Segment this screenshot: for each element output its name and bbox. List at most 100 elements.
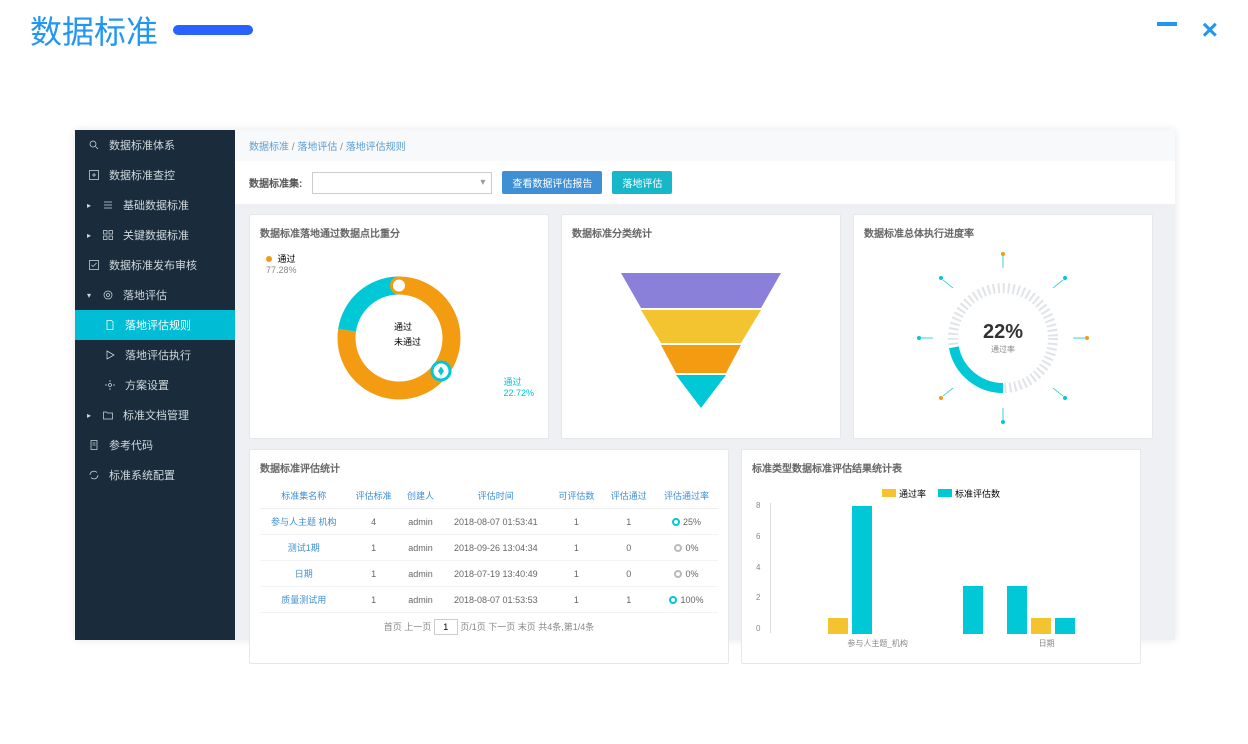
legend-label: 通过率 [899,489,926,499]
cell: 1 [550,535,602,561]
sidebar-item-3[interactable]: ▸关键数据标准 [75,220,235,250]
col-header[interactable]: 标准集名称 [260,483,347,509]
col-header[interactable]: 评估通过率 [655,483,718,509]
legend-swatch-icon [882,489,896,497]
close-icon[interactable]: × [1202,14,1218,46]
panel-title: 标准类型数据标准评估结果统计表 [752,460,1130,475]
file-icon [103,318,117,332]
breadcrumb: 数据标准 / 落地评估 / 落地评估规则 [235,130,1175,161]
caret-icon: ▸ [87,201,91,210]
table-row[interactable]: 测试1期 1 admin 2018-09-26 13:04:34 1 0 0% [260,535,718,561]
col-header[interactable]: 可评估数 [550,483,602,509]
panel-title: 数据标准总体执行进度率 [864,225,1142,240]
bar-group-0 [828,506,872,634]
gauge-chart: 22% 通过率 [864,248,1142,428]
breadcrumb-item[interactable]: 数据标准 [249,142,289,153]
legend-label: 通过 [394,320,412,333]
minimize-icon[interactable] [1157,22,1177,26]
sidebar-item-4[interactable]: 数据标准发布审核 [75,250,235,280]
cell: 2018-09-26 13:04:34 [441,535,550,561]
list-icon [101,198,115,212]
sidebar-item-2[interactable]: ▸ 基础数据标准 [75,190,235,220]
x-axis-labels: 参与人主题_机构 日期 [782,638,1120,649]
bar [963,586,983,634]
bar [1007,586,1027,634]
stats-table: 标准集名称 评估标准 创建人 评估时间 可评估数 评估通过 评估通过率 参与人主… [260,483,718,613]
cell: 1 [347,587,399,613]
sidebar-label: 基础数据标准 [123,197,189,213]
breadcrumb-item[interactable]: 落地评估 [297,142,337,153]
sidebar-label: 落地评估 [123,287,167,303]
grid-icon [101,228,115,242]
pager: 首页 上一页 页/1页 下一页 末页 共4条,第1/4条 [260,613,718,641]
bar-legend: 通过率 标准评估数 [762,487,1120,500]
app-frame: 数据标准体系 数据标准查控 ▸ 基础数据标准 ▸关键数据标准 数据标准发布审核 ▾… [75,130,1175,640]
donut-chart: 通过 77.28% 通过 未通过 通过 [260,248,538,428]
window-titlebar: 数据标准 × [0,0,1248,60]
folder-icon [101,408,115,422]
sidebar-item-7[interactable]: 落地评估执行 [75,340,235,370]
bar-chart: 通过率 标准评估数 86420 [752,483,1130,653]
pager-text[interactable]: 页/1页 下一页 末页 共4条,第1/4条 [460,622,594,632]
dataset-select[interactable]: ▾ [312,172,492,194]
sidebar-item-5[interactable]: ▾落地评估 [75,280,235,310]
toolbar: 数据标准集: ▾ 查看数据评估报告 落地评估 [235,161,1175,204]
table-row[interactable]: 质量测试用 1 admin 2018-08-07 01:53:53 1 1 10… [260,587,718,613]
legend-dot-icon [266,256,272,262]
cell-rate: 0% [655,535,718,561]
sidebar-item-1[interactable]: 数据标准查控 [75,160,235,190]
table-row[interactable]: 日期 1 admin 2018-07-19 13:40:49 1 0 0% [260,561,718,587]
pager-text[interactable]: 首页 上一页 [384,622,434,632]
sidebar-item-9[interactable]: ▸标准文档管理 [75,400,235,430]
sidebar-label: 关键数据标准 [123,227,189,243]
sidebar-item-11[interactable]: 标准系统配置 [75,460,235,490]
table-row[interactable]: 参与人主题 机构 4 admin 2018-08-07 01:53:41 1 1… [260,509,718,535]
sidebar-item-8[interactable]: 方案设置 [75,370,235,400]
funnel-chart [572,248,830,428]
panel-title: 数据标准评估统计 [260,460,718,475]
col-header[interactable]: 评估标准 [347,483,399,509]
bar [852,506,872,634]
bar-groups [782,504,1120,634]
sidebar-item-0[interactable]: 数据标准体系 [75,130,235,160]
sidebar-label: 数据标准发布审核 [109,257,197,273]
cell: admin [400,587,442,613]
col-header[interactable]: 评估时间 [441,483,550,509]
cell: 1 [550,561,602,587]
sidebar-label: 标准文档管理 [123,407,189,423]
panel-title: 数据标准分类统计 [572,225,830,240]
view-report-button[interactable]: 查看数据评估报告 [502,171,602,194]
title-accent [173,25,253,35]
file-text-icon [87,438,101,452]
donut-inner-legend: 通过 未通过 [390,318,421,350]
y-axis-ticks: 86420 [756,501,760,633]
col-header[interactable]: 创建人 [400,483,442,509]
sidebar-item-10[interactable]: 参考代码 [75,430,235,460]
cell-name[interactable]: 日期 [260,561,347,587]
col-header[interactable]: 评估通过 [603,483,655,509]
target-icon [101,288,115,302]
cell-name[interactable]: 参与人主题 机构 [260,509,347,535]
page-input[interactable] [434,619,458,635]
refresh-icon [87,468,101,482]
cell: 1 [603,587,655,613]
panel-title: 数据标准落地通过数据点比重分 [260,225,538,240]
cell-name[interactable]: 测试1期 [260,535,347,561]
toolbar-label: 数据标准集: [249,175,302,190]
cell-name[interactable]: 质量测试用 [260,587,347,613]
bar [1055,618,1075,634]
sidebar-label: 数据标准体系 [109,137,175,153]
bar-group-1 [963,586,1075,634]
cell: 1 [603,509,655,535]
breadcrumb-item: 落地评估规则 [346,142,406,153]
check-square-icon [87,258,101,272]
donut-top-legend: 通过 77.28% [266,252,297,275]
legend-value: 77.28% [266,265,297,275]
panels-row-1: 数据标准落地通过数据点比重分 通过 77.28% [235,204,1175,449]
sidebar-item-6[interactable]: 落地评估规则 [75,310,235,340]
cell: admin [400,561,442,587]
evaluate-button[interactable]: 落地评估 [612,171,672,194]
panel-donut: 数据标准落地通过数据点比重分 通过 77.28% [249,214,549,439]
sidebar: 数据标准体系 数据标准查控 ▸ 基础数据标准 ▸关键数据标准 数据标准发布审核 ▾… [75,130,235,640]
gauge-value: 22% 通过率 [983,321,1023,355]
